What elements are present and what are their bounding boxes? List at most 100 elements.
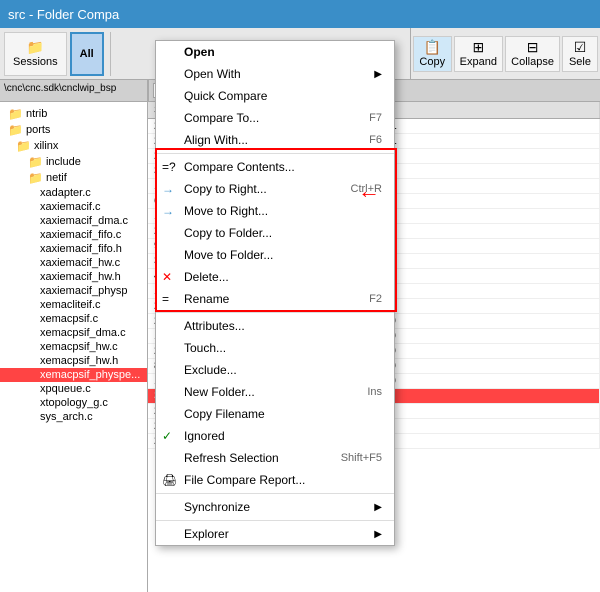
tree-item-xemacpsif-hw-h[interactable]: xemacpsif_hw.h: [0, 354, 147, 368]
tree-item-xaxiemacif-hw-c[interactable]: xaxiemacif_hw.c: [0, 256, 147, 270]
ctx-item-open[interactable]: Open: [156, 41, 394, 63]
ctx-item-label: Refresh Selection: [184, 451, 279, 465]
rename-icon: =: [162, 292, 169, 306]
ctx-item-label: Compare To...: [184, 111, 259, 125]
ctx-item-open-with[interactable]: Open With: [156, 63, 394, 85]
ctx-item-label: Compare Contents...: [184, 160, 295, 174]
folder-icon: 📁: [8, 107, 23, 121]
select-label: Sele: [569, 56, 591, 68]
print-icon: 🖨: [162, 473, 177, 487]
menu-separator: [156, 153, 394, 154]
sessions-label: Sessions: [13, 56, 58, 68]
ctx-item-label: Open With: [184, 67, 241, 81]
ctx-item-label: Align With...: [184, 133, 248, 147]
arrow-right-icon: →: [162, 204, 174, 218]
ctx-item-label: Quick Compare: [184, 89, 267, 103]
collapse-label: Collapse: [511, 56, 554, 68]
tree-item-ports[interactable]: 📁 ports: [0, 122, 147, 138]
ctx-item-new-folder[interactable]: New Folder...Ins: [156, 381, 394, 403]
tree-item-sysarch[interactable]: sys_arch.c: [0, 410, 147, 424]
ctx-item-label: Copy Filename: [184, 407, 265, 421]
ctx-item-label: Copy to Right...: [184, 182, 267, 196]
ctx-item-move-to-right[interactable]: → Move to Right...: [156, 200, 394, 222]
tree-item-include[interactable]: 📁 include: [0, 154, 147, 170]
copy-label: Copy: [419, 56, 445, 68]
tree-item-xemacliteif[interactable]: xemacliteif.c: [0, 298, 147, 312]
tree-item-xemacpsif-c[interactable]: xemacpsif.c: [0, 312, 147, 326]
ctx-item-label: New Folder...: [184, 385, 255, 399]
ctx-item-label: Ignored: [184, 429, 225, 443]
tree-item-xaxiemacif[interactable]: xaxiemacif.c: [0, 200, 147, 214]
ctx-item-attributes[interactable]: Attributes...: [156, 315, 394, 337]
ctx-item-align-with[interactable]: Align With...F6: [156, 129, 394, 151]
arrow-right-icon: →: [162, 182, 174, 196]
all-label: All: [80, 48, 94, 60]
compare-icon: =?: [162, 160, 176, 174]
menu-separator: [156, 520, 394, 521]
all-button[interactable]: All: [70, 32, 104, 76]
tree-item-xadapter[interactable]: xadapter.c: [0, 186, 147, 200]
folder-icon: 📁: [28, 171, 43, 185]
ctx-item-label: Attributes...: [184, 319, 245, 333]
menu-separator: [156, 312, 394, 313]
left-path: \cnc\cnc.sdk\cnclwip_bsp: [0, 80, 148, 102]
ctx-item-label: Copy to Folder...: [184, 226, 272, 240]
ctx-item-label: Move to Folder...: [184, 248, 273, 262]
ctx-item-copy-to-folder[interactable]: Copy to Folder...: [156, 222, 394, 244]
tree-item-xtopology[interactable]: xtopology_g.c: [0, 396, 147, 410]
expand-label: Expand: [460, 56, 497, 68]
tree-item-xemacpsif-hw-c[interactable]: xemacpsif_hw.c: [0, 340, 147, 354]
select-button[interactable]: ☑ Sele: [562, 36, 598, 72]
ctx-item-rename[interactable]: =RenameF2: [156, 288, 394, 310]
menu-separator: [156, 493, 394, 494]
left-panel: 📁 ntrib 📁 ports 📁 xilinx 📁 include 📁 net…: [0, 102, 148, 592]
tree-list: 📁 ntrib 📁 ports 📁 xilinx 📁 include 📁 net…: [0, 102, 147, 428]
folder-icon: 📁: [16, 139, 31, 153]
ctx-item-label: Delete...: [184, 270, 229, 284]
app-title: src - Folder Compa: [8, 7, 119, 22]
tree-item-ntrib[interactable]: 📁 ntrib: [0, 106, 147, 122]
ctx-item-move-to-folder[interactable]: Move to Folder...: [156, 244, 394, 266]
check-icon: ✓: [162, 429, 172, 443]
ctx-item-synchronize[interactable]: Synchronize: [156, 496, 394, 518]
delete-icon: ✕: [162, 270, 172, 284]
ctx-item-copy-to-right[interactable]: →Copy to Right...Ctrl+R: [156, 178, 394, 200]
ctx-item-label: Synchronize: [184, 500, 250, 514]
ctx-item-label: Touch...: [184, 341, 226, 355]
copy-button[interactable]: 📋 Copy: [413, 36, 452, 72]
ctx-item-label: File Compare Report...: [184, 473, 305, 487]
ctx-item-compare-contents[interactable]: =? Compare Contents...: [156, 156, 394, 178]
context-menu: OpenOpen WithQuick CompareCompare To...F…: [155, 40, 395, 546]
folder-icon: 📁: [28, 155, 43, 169]
ctx-item-touch[interactable]: Touch...: [156, 337, 394, 359]
ctx-item-ignored[interactable]: ✓ Ignored: [156, 425, 394, 447]
ctx-item-explorer[interactable]: Explorer: [156, 523, 394, 545]
tree-item-xaxiemacif-dma[interactable]: xaxiemacif_dma.c: [0, 214, 147, 228]
ctx-item-refresh[interactable]: Refresh SelectionShift+F5: [156, 447, 394, 469]
tree-item-xemacpsif-dma[interactable]: xemacpsif_dma.c: [0, 326, 147, 340]
tree-item-xaxiemacif-fifo-c[interactable]: xaxiemacif_fifo.c: [0, 228, 147, 242]
tree-item-xaxiemacif-phys[interactable]: xaxiemacif_physp: [0, 284, 147, 298]
title-bar: src - Folder Compa: [0, 0, 600, 28]
ctx-item-file-compare[interactable]: 🖨 File Compare Report...: [156, 469, 394, 491]
ctx-item-label: Exclude...: [184, 363, 237, 377]
right-toolbar: 📋 Copy ⊞ Expand ⊟ Collapse ☑ Sele: [410, 28, 600, 80]
ctx-item-label: Move to Right...: [184, 204, 268, 218]
collapse-button[interactable]: ⊟ Collapse: [505, 36, 560, 72]
ctx-item-copy-filename[interactable]: Copy Filename: [156, 403, 394, 425]
ctx-item-label: Explorer: [184, 527, 229, 541]
tree-item-xemacpsif-physpe[interactable]: xemacpsif_physpe...: [0, 368, 147, 382]
tree-item-xaxiemacif-hw-h[interactable]: xaxiemacif_hw.h: [0, 270, 147, 284]
ctx-item-compare-to[interactable]: Compare To...F7: [156, 107, 394, 129]
sessions-button[interactable]: 📁 Sessions: [4, 32, 67, 76]
ctx-item-exclude[interactable]: Exclude...: [156, 359, 394, 381]
tree-item-xaxiemacif-fifo-h[interactable]: xaxiemacif_fifo.h: [0, 242, 147, 256]
expand-button[interactable]: ⊞ Expand: [454, 36, 504, 72]
tree-item-xilinx[interactable]: 📁 xilinx: [0, 138, 147, 154]
ctx-item-label: Rename: [184, 292, 229, 306]
ctx-item-delete[interactable]: ✕ Delete...: [156, 266, 394, 288]
ctx-item-label: Open: [184, 45, 215, 59]
ctx-item-quick-compare[interactable]: Quick Compare: [156, 85, 394, 107]
tree-item-netif[interactable]: 📁 netif: [0, 170, 147, 186]
tree-item-xpqueue[interactable]: xpqueue.c: [0, 382, 147, 396]
